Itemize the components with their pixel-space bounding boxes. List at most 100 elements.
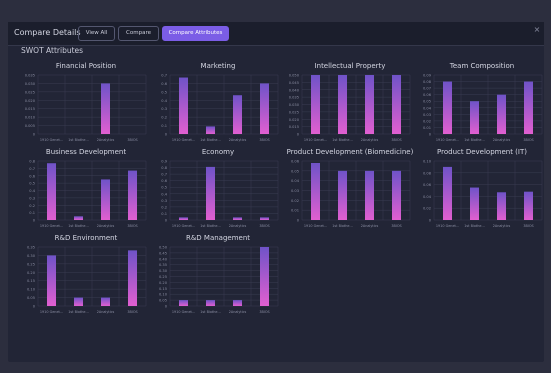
y-tick-label: 0.35: [27, 246, 35, 250]
bar[interactable]: [260, 217, 269, 220]
y-tick-label: 0: [33, 219, 36, 223]
bar[interactable]: [179, 300, 188, 306]
bar[interactable]: [74, 216, 83, 220]
y-tick-label: 0.10: [159, 293, 168, 297]
compare-attributes-button[interactable]: Compare Attributes: [162, 26, 229, 41]
x-tick-label: 2Analytics: [229, 224, 247, 228]
y-tick-label: 0.06: [423, 93, 432, 97]
y-tick-label: 0: [165, 133, 168, 137]
bar[interactable]: [206, 126, 215, 134]
y-tick-label: 0.02: [291, 199, 299, 203]
bar[interactable]: [233, 217, 242, 220]
bar[interactable]: [443, 81, 452, 134]
bar[interactable]: [101, 297, 110, 306]
bar[interactable]: [206, 300, 215, 306]
y-tick-label: 0.45: [159, 251, 167, 255]
bar[interactable]: [260, 83, 269, 134]
y-tick-label: 0.01: [291, 209, 299, 213]
bar[interactable]: [497, 94, 506, 134]
compare-button[interactable]: Compare: [118, 26, 159, 41]
bar[interactable]: [470, 187, 479, 220]
y-tick-label: 0: [165, 305, 168, 309]
bar[interactable]: [101, 83, 110, 134]
y-tick-label: 0: [165, 219, 168, 223]
close-icon[interactable]: ×: [533, 26, 541, 34]
y-tick-label: 0.6: [161, 82, 167, 86]
bar-chart-plot: 0 0.02 0.04 0.06 0.08 0.10 1910 Genet... 1st Bi…: [423, 160, 543, 228]
x-tick-label: 1st Biothe...: [464, 224, 484, 228]
bar-chart-plot: 0 0.05 0.10 0.15 0.20 0.25 0.30 0.35 0.40 0.450.5…: [159, 246, 279, 314]
chart-team-composition: Team Composition 0 0.01 0.02 0.03 0.04 0.05 0.…: [412, 62, 551, 146]
x-tick-label: 3BIOS: [259, 310, 269, 314]
y-tick-label: 0.040: [289, 88, 300, 92]
bar[interactable]: [497, 192, 506, 220]
bar-chart-plot: 0 0.01 0.02 0.03 0.04 0.05 0.06 0.07 0.08 0.09 191…: [423, 74, 543, 142]
bar[interactable]: [365, 170, 374, 220]
x-tick-label: 2Analytics: [229, 310, 247, 314]
bar[interactable]: [206, 166, 215, 220]
y-tick-label: 0.4: [161, 99, 167, 103]
bar[interactable]: [443, 166, 452, 220]
y-tick-label: 0: [33, 133, 36, 137]
y-tick-label: 0.10: [27, 288, 36, 292]
bar-chart-plot: 0 0.005 0.010 0.015 0.020 0.025 0.030 0.035 1910…: [25, 74, 147, 142]
bar[interactable]: [47, 163, 56, 220]
bar[interactable]: [524, 191, 533, 220]
bar[interactable]: [365, 75, 374, 134]
bar[interactable]: [260, 247, 269, 306]
x-tick-label: 3BIOS: [259, 224, 269, 228]
x-tick-label: 2Analytics: [493, 224, 511, 228]
bar[interactable]: [128, 250, 137, 306]
bar[interactable]: [179, 217, 188, 220]
y-tick-label: 0.020: [289, 118, 300, 122]
bar[interactable]: [233, 300, 242, 306]
bar[interactable]: [233, 95, 242, 134]
y-tick-label: 0.15: [159, 287, 167, 291]
x-tick-label: 1st Biothe...: [68, 310, 88, 314]
bar[interactable]: [101, 179, 110, 220]
bar[interactable]: [524, 81, 533, 134]
bar[interactable]: [338, 75, 347, 134]
y-tick-label: 0.015: [289, 125, 299, 129]
y-tick-label: 0.3: [161, 107, 167, 111]
y-tick-label: 0.20: [27, 271, 36, 275]
x-tick-label: 3BIOS: [523, 224, 533, 228]
chart-intellectual-property: Intellectual Property 0 0.015 0.020 0.025 0.…: [280, 62, 420, 146]
bar-chart-plot: 0 0.05 0.10 0.15 0.20 0.25 0.30 0.35 1910 Genet.…: [27, 246, 147, 314]
x-tick-label: 2Analytics: [97, 138, 115, 142]
y-tick-label: 0.6: [161, 179, 167, 183]
y-tick-label: 0.7: [161, 173, 167, 177]
x-tick-label: 1910 Genet...: [172, 224, 195, 228]
bar[interactable]: [47, 255, 56, 306]
x-tick-label: 1910 Genet...: [304, 224, 327, 228]
y-tick-label: 0.1: [161, 212, 167, 216]
view-all-button[interactable]: View All: [78, 26, 115, 41]
bar[interactable]: [179, 77, 188, 134]
x-tick-label: 1st Biothe...: [68, 138, 88, 142]
bar[interactable]: [392, 170, 401, 220]
y-tick-label: 0.050: [289, 74, 300, 78]
y-tick-label: 0.06: [423, 183, 432, 187]
y-tick-label: 0.8: [29, 160, 35, 164]
y-tick-label: 0.6: [29, 174, 35, 178]
bar[interactable]: [128, 170, 137, 220]
compare-details-panel: Compare Details View All Compare Compare…: [8, 22, 544, 362]
y-tick-label: 0.04: [291, 179, 300, 183]
y-tick-label: 0: [429, 219, 432, 223]
y-tick-label: 0.08: [423, 80, 432, 84]
y-tick-label: 0.03: [423, 113, 431, 117]
bar[interactable]: [338, 170, 347, 220]
y-tick-label: 0.04: [423, 106, 432, 110]
chart-rd-environment: R&D Environment 0 0.05 0.10 0.15 0.20 0.25 0.3…: [16, 234, 156, 318]
bar[interactable]: [470, 101, 479, 134]
y-tick-label: 0.2: [161, 116, 167, 120]
y-tick-label: 0.50: [159, 246, 168, 250]
x-tick-label: 2Analytics: [229, 138, 247, 142]
chart-title: Intellectual Property: [314, 62, 386, 70]
bar[interactable]: [311, 75, 320, 134]
bar[interactable]: [392, 75, 401, 134]
y-tick-label: 0.025: [25, 90, 35, 94]
y-tick-label: 0.5: [161, 186, 167, 190]
bar[interactable]: [311, 162, 320, 220]
bar[interactable]: [74, 297, 83, 306]
